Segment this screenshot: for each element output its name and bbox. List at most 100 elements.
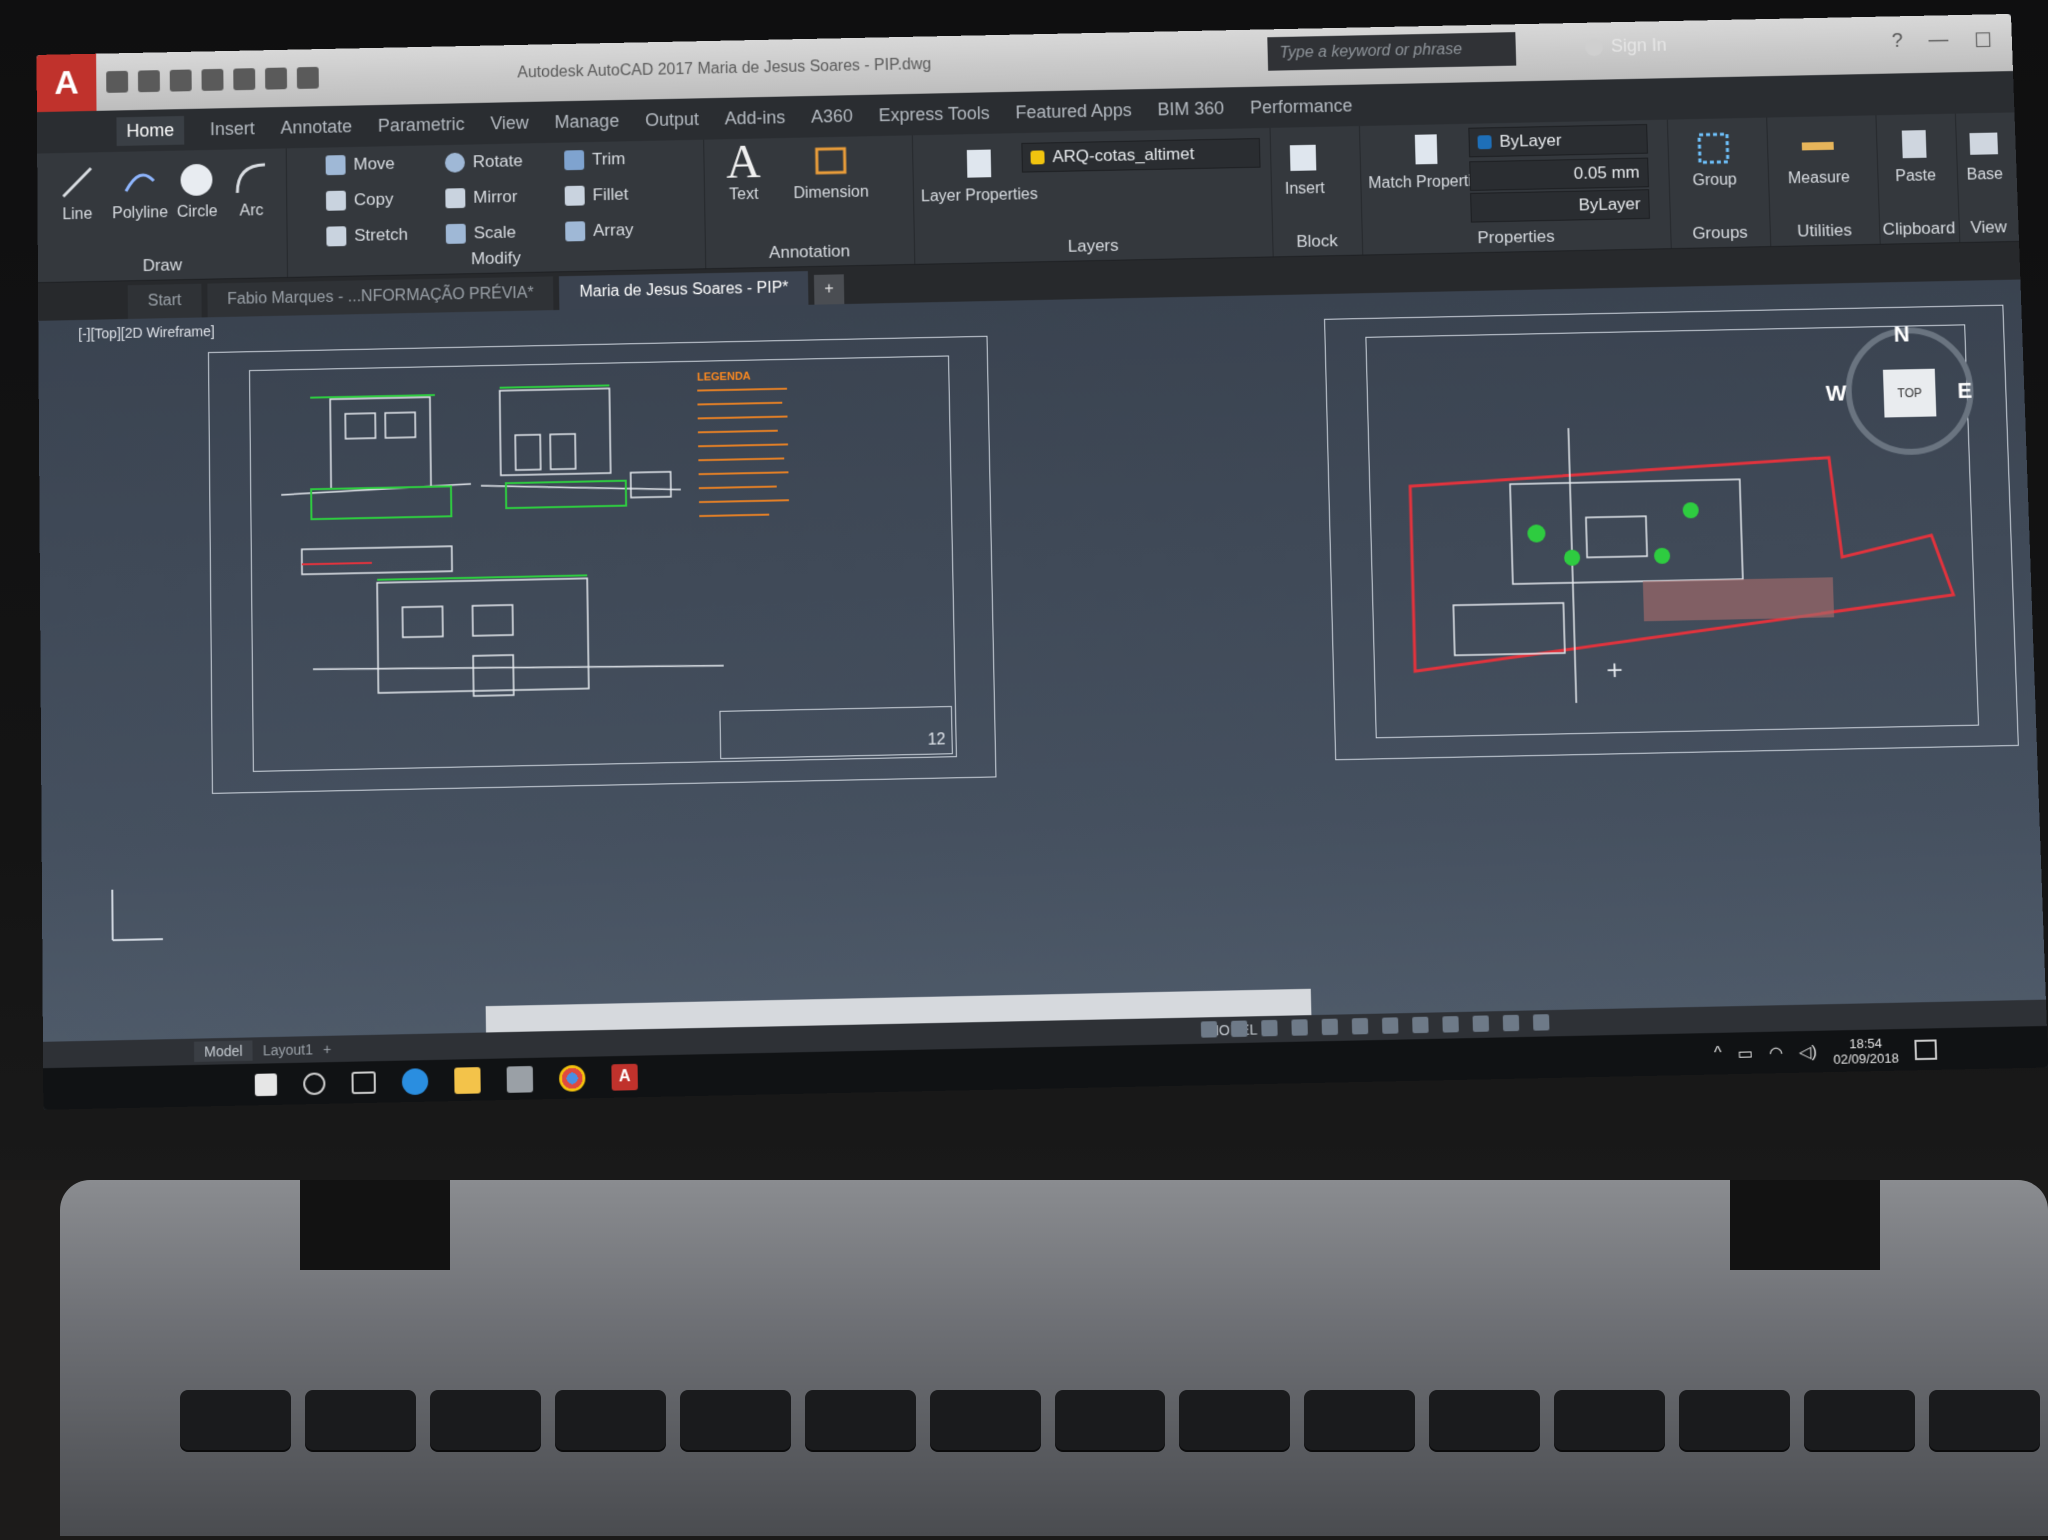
arc-button[interactable]: Arc — [231, 159, 271, 221]
line-button[interactable]: Line — [57, 162, 97, 224]
hardware-accel-icon[interactable] — [1473, 1015, 1490, 1032]
compass-north[interactable]: N — [1893, 322, 1910, 348]
doc-tab-start[interactable]: Start — [128, 284, 202, 319]
add-layout-plus-icon[interactable]: + — [323, 1041, 331, 1057]
polyline-button[interactable]: Polyline — [112, 161, 168, 223]
undo-icon[interactable] — [265, 67, 287, 89]
circle-button[interactable]: Circle — [176, 160, 217, 222]
help-icon[interactable]: ? — [1891, 30, 1903, 55]
plot-icon[interactable] — [233, 68, 255, 90]
volume-icon[interactable]: ◁) — [1799, 1042, 1817, 1063]
save-as-icon[interactable] — [201, 69, 223, 91]
task-view-icon[interactable] — [351, 1071, 375, 1094]
array-button[interactable]: Array — [565, 220, 634, 241]
snap-icon[interactable] — [1231, 1021, 1247, 1038]
minimize-icon[interactable]: — — [1928, 29, 1949, 54]
panel-layers-label[interactable]: Layers — [914, 233, 1273, 260]
grid-icon[interactable] — [1201, 1021, 1217, 1038]
autocad-logo-icon[interactable]: A — [37, 54, 97, 112]
color-dropdown[interactable]: ByLayer — [1468, 124, 1648, 157]
isolate-icon[interactable] — [1442, 1016, 1459, 1033]
base-button[interactable]: Base — [1963, 123, 2005, 185]
panel-modify-label[interactable]: Modify — [287, 245, 705, 274]
panel-utilities-label[interactable]: Utilities — [1770, 220, 1880, 242]
autocad-taskbar-icon[interactable]: A — [611, 1064, 638, 1091]
tab-insert[interactable]: Insert — [210, 118, 255, 140]
customization-menu-icon[interactable] — [1533, 1014, 1550, 1031]
windows-start-icon[interactable] — [255, 1073, 277, 1096]
move-button[interactable]: Move — [326, 154, 395, 175]
clock[interactable]: 18:54 02/09/2018 — [1833, 1035, 1900, 1067]
tab-annotate[interactable]: Annotate — [280, 116, 352, 138]
annotation-scale-icon[interactable] — [1382, 1017, 1399, 1034]
search-icon[interactable] — [303, 1072, 325, 1095]
panel-groups-label[interactable]: Groups — [1670, 222, 1770, 244]
fillet-button[interactable]: Fillet — [565, 185, 629, 206]
panel-properties-label[interactable]: Properties — [1362, 224, 1671, 250]
search-input[interactable]: Type a keyword or phrase — [1267, 32, 1516, 71]
new-tab-plus-icon[interactable]: + — [814, 274, 844, 304]
polar-icon[interactable] — [1291, 1019, 1308, 1036]
insert-button[interactable]: Insert — [1284, 137, 1325, 199]
rotate-button[interactable]: Rotate — [445, 151, 523, 172]
viewcube[interactable]: N W E TOP — [1844, 326, 1978, 468]
compass-west[interactable]: W — [1825, 380, 1847, 406]
calculator-icon[interactable] — [507, 1066, 534, 1093]
measure-button[interactable]: Measure — [1786, 126, 1850, 189]
battery-icon[interactable]: ▭ — [1737, 1043, 1753, 1064]
maximize-icon[interactable]: ☐ — [1974, 28, 1993, 53]
panel-view-label[interactable]: View — [1958, 217, 2018, 238]
mirror-button[interactable]: Mirror — [445, 187, 517, 208]
chrome-browser-icon[interactable] — [559, 1065, 586, 1092]
doc-tab-maria[interactable]: Maria de Jesus Soares - PIP* — [559, 271, 808, 310]
panel-clipboard-label[interactable]: Clipboard — [1879, 218, 1959, 239]
sign-in-button[interactable]: Sign In — [1585, 35, 1667, 57]
linetype-dropdown[interactable]: ByLayer — [1470, 189, 1650, 222]
panel-block-label[interactable]: Block — [1272, 231, 1362, 253]
scale-button[interactable]: Scale — [446, 223, 516, 244]
redo-icon[interactable] — [297, 67, 319, 89]
tray-chevron-icon[interactable]: ^ — [1714, 1045, 1722, 1063]
tab-express-tools[interactable]: Express Tools — [878, 103, 989, 126]
workspace-gear-icon[interactable] — [1412, 1017, 1429, 1034]
lineweight-icon[interactable] — [1352, 1018, 1369, 1035]
edge-browser-icon[interactable] — [402, 1068, 429, 1095]
layer-dropdown[interactable]: ARQ-cotas_altimet — [1021, 138, 1260, 173]
ortho-icon[interactable] — [1261, 1020, 1277, 1037]
panel-annotation-label[interactable]: Annotation — [705, 240, 914, 264]
tab-view[interactable]: View — [490, 112, 529, 134]
panel-draw-label[interactable]: Draw — [38, 253, 287, 278]
new-icon[interactable] — [106, 71, 128, 93]
layer-properties-button[interactable]: Layer Properties — [920, 143, 1038, 207]
tab-output[interactable]: Output — [645, 109, 699, 131]
tab-add-ins[interactable]: Add-ins — [724, 107, 785, 129]
stretch-button[interactable]: Stretch — [326, 225, 408, 246]
model-tab[interactable]: Model — [194, 1040, 253, 1062]
viewport-controls-label[interactable]: [-][Top][2D Wireframe] — [78, 323, 215, 342]
drawing-viewport[interactable]: [-][Top][2D Wireframe] — [38, 280, 2047, 1069]
action-center-icon[interactable] — [1914, 1039, 1937, 1060]
osnap-icon[interactable] — [1322, 1019, 1339, 1036]
layout1-tab[interactable]: Layout1 — [263, 1041, 313, 1058]
tab-home[interactable]: Home — [116, 115, 184, 145]
trim-button[interactable]: Trim — [564, 149, 625, 170]
wifi-icon[interactable]: ◠ — [1769, 1043, 1784, 1064]
open-icon[interactable] — [138, 70, 160, 92]
save-icon[interactable] — [170, 69, 192, 91]
compass-east[interactable]: E — [1957, 378, 1973, 404]
group-button[interactable]: Group — [1691, 128, 1737, 190]
tab-manage[interactable]: Manage — [554, 110, 619, 132]
dimension-button[interactable]: Dimension — [793, 140, 869, 203]
tab-featured-apps[interactable]: Featured Apps — [1015, 100, 1132, 123]
tab-performance[interactable]: Performance — [1250, 95, 1353, 118]
text-button[interactable]: A Text — [723, 142, 764, 204]
viewcube-top-face[interactable]: TOP — [1883, 369, 1936, 418]
paste-button[interactable]: Paste — [1894, 124, 1937, 186]
copy-button[interactable]: Copy — [326, 190, 394, 211]
tab-parametric[interactable]: Parametric — [378, 114, 465, 137]
tab-a360[interactable]: A360 — [811, 106, 853, 128]
file-explorer-icon[interactable] — [454, 1067, 481, 1094]
clean-screen-icon[interactable] — [1503, 1015, 1520, 1032]
lineweight-dropdown[interactable]: 0.05 mm — [1469, 158, 1649, 191]
tab-bim-360[interactable]: BIM 360 — [1157, 98, 1224, 120]
